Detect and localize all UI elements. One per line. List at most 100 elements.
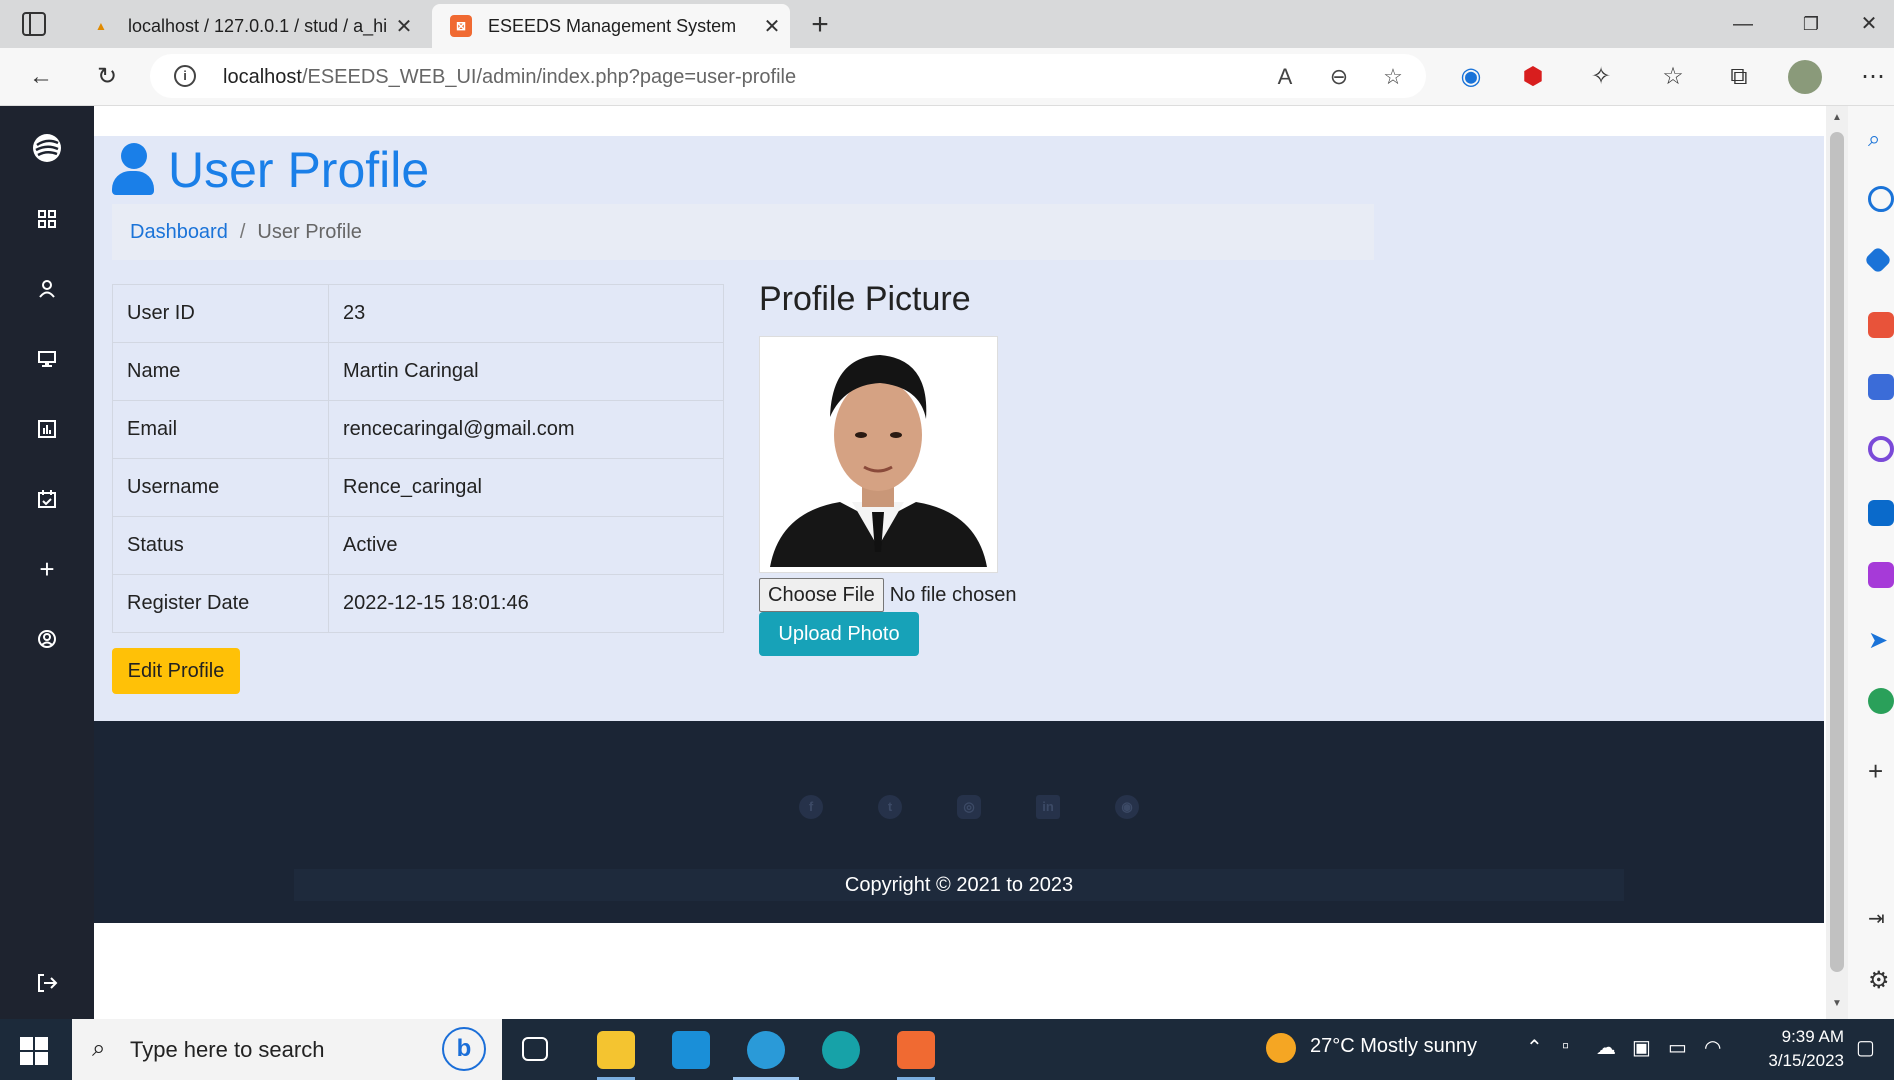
meet-now-icon[interactable]: ▫ [1562, 1035, 1569, 1058]
scrollbar-thumb[interactable] [1830, 132, 1844, 972]
search-placeholder: Type here to search [130, 1037, 325, 1062]
search-icon: ⌕ [92, 1035, 106, 1062]
send-icon[interactable]: ➤ [1868, 626, 1894, 654]
file-explorer-icon[interactable] [597, 1031, 635, 1069]
designer-icon[interactable] [1868, 562, 1894, 588]
add-sidebar-icon[interactable]: + [1868, 756, 1894, 786]
row-value: 2022-12-15 18:01:46 [328, 574, 724, 633]
site-info-icon[interactable]: i [174, 65, 196, 87]
arduino-icon[interactable] [822, 1031, 860, 1069]
chart-icon[interactable] [0, 404, 94, 454]
plus-icon[interactable]: + [0, 544, 94, 594]
weather-icon[interactable] [1266, 1033, 1296, 1063]
back-icon[interactable]: ← [24, 60, 58, 94]
url-text[interactable]: localhost/ESEEDS_WEB_UI/admin/index.php?… [223, 66, 796, 89]
copyright-text: Copyright © 2021 to 2023 [294, 869, 1624, 901]
edit-profile-button[interactable]: Edit Profile [112, 648, 240, 694]
office-icon[interactable] [1868, 436, 1894, 462]
weather-text[interactable]: 27°C Mostly sunny [1310, 1035, 1477, 1058]
notifications-icon[interactable]: ▢ [1856, 1035, 1875, 1060]
more-menu-icon[interactable]: ⋯ [1856, 60, 1890, 94]
phpmyadmin-favicon-icon: ▲ [95, 19, 107, 33]
minimize-button[interactable]: — [1718, 6, 1768, 42]
browser-toolbar: ← ↻ i localhost/ESEEDS_WEB_UI/admin/inde… [0, 48, 1894, 106]
profile-avatar[interactable] [1788, 60, 1822, 94]
extension-badge-icon[interactable]: ◉ [1454, 60, 1488, 94]
xampp-icon[interactable] [897, 1031, 935, 1069]
taskbar-search[interactable]: ⌕ Type here to search b [72, 1019, 502, 1080]
calendar-check-icon[interactable] [0, 474, 94, 524]
clock-date: 3/15/2023 [1768, 1051, 1844, 1070]
url-host: localhost [223, 66, 302, 88]
zoom-out-icon[interactable]: ⊖ [1324, 62, 1354, 92]
xampp-favicon-icon: ⊠ [450, 15, 472, 37]
row-value: Active [328, 516, 724, 575]
read-aloud-icon[interactable]: A [1270, 62, 1300, 92]
add-favorite-icon[interactable]: ☆ [1378, 62, 1408, 92]
tab-phpmyadmin[interactable]: ▲ localhost / 127.0.0.1 / stud / a_hi ✕ [72, 4, 422, 48]
scroll-up-icon[interactable]: ▲ [1830, 112, 1844, 126]
edge-icon[interactable] [747, 1031, 785, 1069]
tab-actions-icon[interactable] [22, 12, 46, 36]
close-window-button[interactable]: ✕ [1844, 6, 1894, 42]
table-row: Email rencecaringal@gmail.com [112, 400, 724, 459]
new-tab-button[interactable]: + [802, 8, 838, 44]
onedrive-icon[interactable]: ☁ [1596, 1035, 1616, 1060]
row-value: Rence_caringal [328, 458, 724, 517]
row-label: Email [112, 400, 329, 459]
choose-file-button[interactable]: Choose File [759, 578, 884, 612]
user-circle-icon[interactable] [0, 614, 94, 664]
battery-icon[interactable]: ▭ [1668, 1035, 1687, 1060]
tab-title: ESEEDS Management System [488, 15, 737, 36]
wifi-icon[interactable]: ◠ [1704, 1035, 1721, 1060]
sidebar: + [0, 106, 94, 1019]
taskbar-clock[interactable]: 9:39 AM 3/15/2023 [1732, 1025, 1844, 1073]
virtualbox-icon[interactable] [672, 1031, 710, 1069]
tab-title: localhost / 127.0.0.1 / stud / a_hi [128, 15, 386, 36]
search-icon[interactable]: ⌕ [1868, 126, 1894, 152]
upload-photo-button[interactable]: Upload Photo [759, 612, 919, 656]
page-scrollbar[interactable]: ▲ ▼ [1826, 106, 1848, 1019]
refresh-icon[interactable]: ↻ [90, 60, 124, 94]
close-tab-icon[interactable]: ✕ [386, 14, 422, 39]
shopping-icon[interactable] [1863, 245, 1893, 275]
dashboard-icon[interactable] [0, 194, 94, 244]
logo-icon[interactable] [0, 123, 94, 173]
github-icon[interactable]: ◉ [1115, 795, 1139, 819]
row-label: Username [112, 458, 329, 517]
task-view-icon[interactable] [522, 1037, 548, 1061]
scroll-down-icon[interactable]: ▼ [1830, 998, 1844, 1012]
row-label: Register Date [112, 574, 329, 633]
extensions-icon[interactable]: ✧ [1584, 60, 1618, 94]
collections-icon[interactable]: ⧉ [1722, 60, 1756, 94]
facebook-icon[interactable]: f [799, 795, 823, 819]
games-icon[interactable] [1868, 374, 1894, 400]
settings-icon[interactable]: ⚙ [1868, 966, 1894, 994]
favorites-icon[interactable]: ☆ [1656, 60, 1690, 94]
bing-icon[interactable]: b [442, 1027, 486, 1071]
row-label: Status [112, 516, 329, 575]
tree-icon[interactable] [1868, 688, 1894, 714]
show-hidden-icons[interactable]: ⌃ [1526, 1035, 1543, 1060]
tools-icon[interactable] [1868, 312, 1894, 338]
display-icon[interactable]: ▣ [1632, 1035, 1651, 1060]
address-bar[interactable]: i localhost/ESEEDS_WEB_UI/admin/index.ph… [150, 54, 1426, 98]
monitor-icon[interactable] [0, 334, 94, 384]
user-solid-icon [112, 143, 154, 197]
breadcrumb-dashboard-link[interactable]: Dashboard [130, 221, 228, 244]
tab-eseeds[interactable]: ⊠ ESEEDS Management System ✕ [432, 4, 790, 48]
outlook-icon[interactable] [1868, 500, 1894, 526]
adblock-icon[interactable]: ⬢ [1516, 60, 1550, 94]
logout-icon[interactable] [0, 958, 94, 1008]
windows-start-icon[interactable] [20, 1037, 48, 1065]
file-input[interactable]: Choose File No file chosen [759, 578, 1016, 612]
restore-button[interactable]: ❐ [1786, 6, 1836, 42]
user-icon[interactable] [0, 264, 94, 314]
table-row: User ID 23 [112, 284, 724, 343]
twitter-icon[interactable]: t [878, 795, 902, 819]
bing-icon[interactable] [1868, 186, 1894, 212]
close-tab-icon[interactable]: ✕ [754, 14, 790, 39]
hide-sidebar-icon[interactable]: ⇥ [1868, 906, 1894, 932]
instagram-icon[interactable]: ◎ [957, 795, 981, 819]
linkedin-icon[interactable]: in [1036, 795, 1060, 819]
